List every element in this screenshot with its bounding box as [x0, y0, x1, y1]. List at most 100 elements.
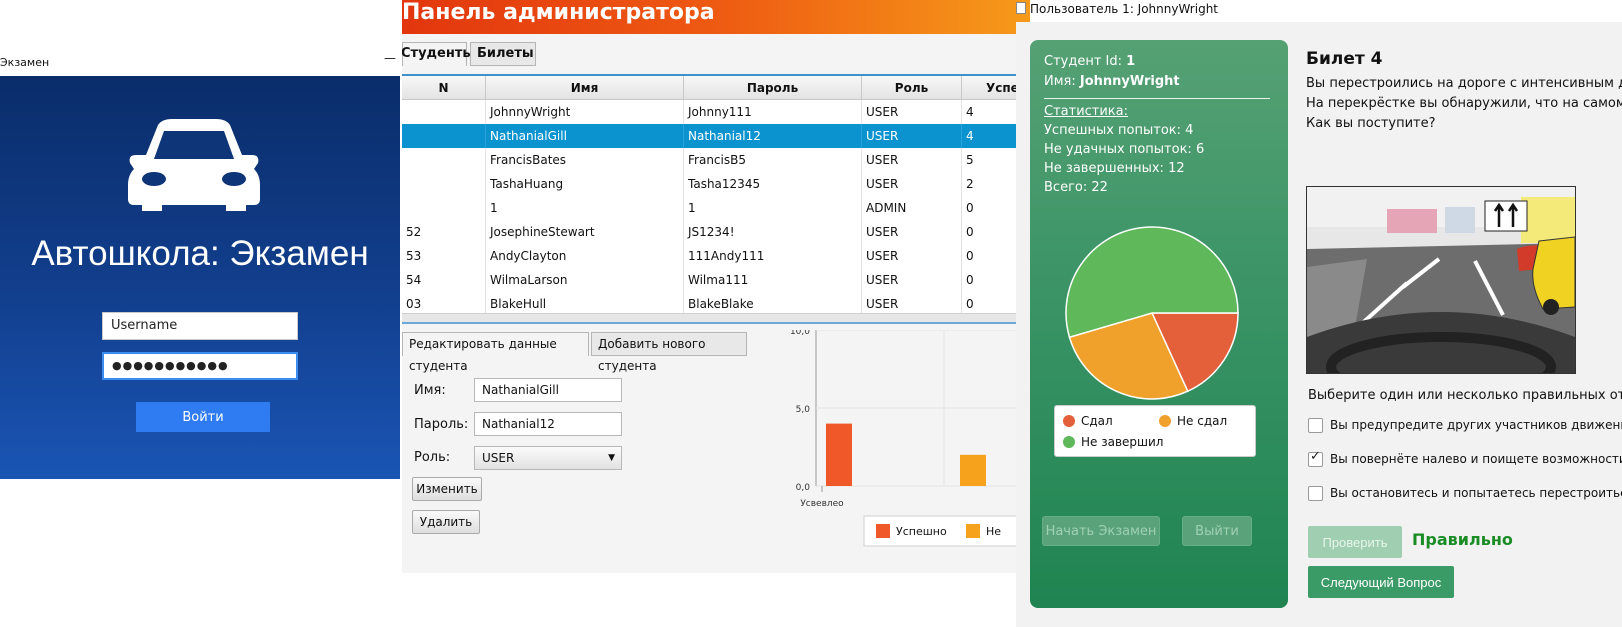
answer-option-3-label: Вы остановитесь и попытаетесь перестроит… [1330, 486, 1622, 500]
table-cell-role: USER [862, 148, 962, 172]
tab-edit-student[interactable]: Редактировать данные студента [402, 332, 589, 373]
legend-label-Успешно: Успешно [896, 525, 947, 538]
name-input[interactable]: NathanialGill [474, 378, 622, 402]
tab-add-student[interactable]: Добавить нового студента [591, 332, 747, 373]
table-cell-n [402, 148, 486, 172]
legend-label-Не: Не [986, 525, 1001, 538]
table-cell-name: 1 [486, 196, 684, 220]
delete-button[interactable]: Удалить [412, 510, 480, 534]
table-cell-n: 54 [402, 268, 486, 292]
app-title: Автошкола: Экзамен [31, 234, 369, 273]
admin-header: Панель администратора [402, 0, 1030, 34]
y-tick-label: 5,0 [796, 405, 811, 415]
student-name-label: Имя: [1044, 74, 1076, 89]
table-cell-role: USER [862, 172, 962, 196]
tab-students[interactable]: Студенты [402, 42, 474, 66]
column-header-role[interactable]: Роль [862, 76, 962, 100]
chart-legend: Успешно Не [863, 515, 1030, 547]
chart-bars [826, 423, 986, 486]
y-tick-label: 0,0 [796, 483, 811, 493]
tab-tickets[interactable]: Билеты [470, 42, 536, 66]
table-row[interactable]: 53 AndyClayton 111Andy111 USER 0 [402, 244, 1030, 268]
login-panel: Автошкола: Экзамен Username ●●●●●●●●●●● … [0, 76, 400, 479]
table-cell-role: USER [862, 100, 962, 124]
column-header-password[interactable]: Пароль [684, 76, 862, 100]
table-row[interactable]: JohnnyWright Johnny111 USER 4 [402, 100, 1030, 124]
check-button[interactable]: Проверить [1308, 526, 1402, 558]
username-input[interactable]: Username [102, 312, 298, 340]
table-cell-password: 1 [684, 196, 862, 220]
login-button[interactable]: Войти [136, 402, 270, 432]
column-header-n[interactable]: N [402, 76, 486, 100]
failed-attempts-line: Не удачных попыток: 6 [1044, 142, 1204, 157]
table-row[interactable]: 52 JosephineStewart JS1234! USER 0 [402, 220, 1030, 244]
password-value: ●●●●●●●●●●● [112, 359, 229, 372]
change-button[interactable]: Изменить [412, 477, 482, 501]
unfinished-attempts-line: Не завершенных: 12 [1044, 161, 1185, 176]
legend-swatch-Успешно [876, 524, 890, 538]
table-cell-name: TashaHuang [486, 172, 684, 196]
table-cell-role: USER [862, 268, 962, 292]
table-cell-password: JS1234! [684, 220, 862, 244]
table-cell-n [402, 124, 486, 148]
answer-checkbox-2[interactable] [1308, 449, 1323, 467]
table-horizontal-scrollbar[interactable] [402, 313, 1030, 324]
success-attempts-label: Успешных попыток: [1044, 123, 1182, 138]
table-cell-n [402, 172, 486, 196]
legend-label-unfinished: Не завершил [1081, 435, 1164, 449]
username-value: Username [111, 318, 178, 333]
table-row[interactable]: NathanialGill Nathanial12 USER 4 [402, 124, 1030, 148]
table-cell-n: 53 [402, 244, 486, 268]
result-label: Правильно [1412, 530, 1513, 549]
tab-tickets-label: Билеты [477, 46, 534, 61]
legend-label-failed: Не сдал [1177, 414, 1228, 428]
next-question-button[interactable]: Следующий Вопрос [1308, 566, 1454, 598]
table-cell-password: Tasha12345 [684, 172, 862, 196]
choose-prompt: Выберите один или несколько правильных о… [1308, 388, 1622, 403]
total-attempts-line: Всего: 22 [1044, 180, 1108, 195]
failed-attempts-label: Не удачных попыток: [1044, 142, 1192, 157]
table-row[interactable]: FrancisBates FrancisB5 USER 5 [402, 148, 1030, 172]
name-label: Имя: [414, 383, 446, 398]
table-cell-n: 52 [402, 220, 486, 244]
table-cell-n [402, 100, 486, 124]
minimize-button[interactable]: — [384, 49, 396, 67]
table-cell-password: Johnny111 [684, 100, 862, 124]
unfinished-attempts-value: 12 [1168, 161, 1185, 176]
student-name-line: Имя: JohnnyWright [1044, 74, 1180, 89]
road-scene-illustration [1307, 187, 1575, 373]
table-row[interactable]: TashaHuang Tasha12345 USER 2 [402, 172, 1030, 196]
table-cell-password: 111Andy111 [684, 244, 862, 268]
bar-Не [960, 454, 986, 486]
start-exam-button[interactable]: Начать Экзамен [1042, 516, 1160, 546]
user-window-title: Пользователь 1: JohnnyWright [1030, 2, 1218, 16]
ticket-title: Билет 4 [1306, 49, 1383, 69]
table-cell-role: USER [862, 124, 962, 148]
login-window-title: Экзамен [0, 56, 50, 69]
column-header-name[interactable]: Имя [486, 76, 684, 100]
answer-checkbox-3[interactable] [1308, 486, 1323, 501]
role-select-value: USER [482, 451, 515, 465]
password-field[interactable]: Nathanial12 [474, 412, 622, 436]
password-input[interactable]: ●●●●●●●●●●● [102, 352, 298, 380]
table-cell-password: Wilma111 [684, 268, 862, 292]
question-line-2: На перекрёстке вы обнаружили, что на сам… [1306, 96, 1622, 111]
legend-dot-passed [1063, 415, 1075, 427]
table-row[interactable]: 54 WilmaLarson Wilma111 USER 0 [402, 268, 1030, 292]
role-select[interactable]: USER ▼ [474, 446, 622, 470]
table-cell-password: FrancisB5 [684, 148, 862, 172]
tab-edit-student-label: Редактировать данные студента [409, 337, 557, 373]
table-cell-name: WilmaLarson [486, 268, 684, 292]
exit-button[interactable]: Выйти [1182, 516, 1252, 546]
statistics-heading: Статистика: [1044, 104, 1129, 119]
table-cell-role: ADMIN [862, 196, 962, 220]
table-row[interactable]: 1 1 ADMIN 0 [402, 196, 1030, 220]
unfinished-attempts-label: Не завершенных: [1044, 161, 1164, 176]
password-label: Пароль: [414, 417, 469, 432]
table-cell-name: FrancisBates [486, 148, 684, 172]
table-cell-password: Nathanial12 [684, 124, 862, 148]
answer-checkbox-1[interactable] [1308, 418, 1323, 433]
tab-students-label: Студенты [402, 46, 475, 61]
question-image [1306, 186, 1576, 374]
admin-panel: Панель администратора Студенты Билеты N … [402, 0, 1030, 573]
